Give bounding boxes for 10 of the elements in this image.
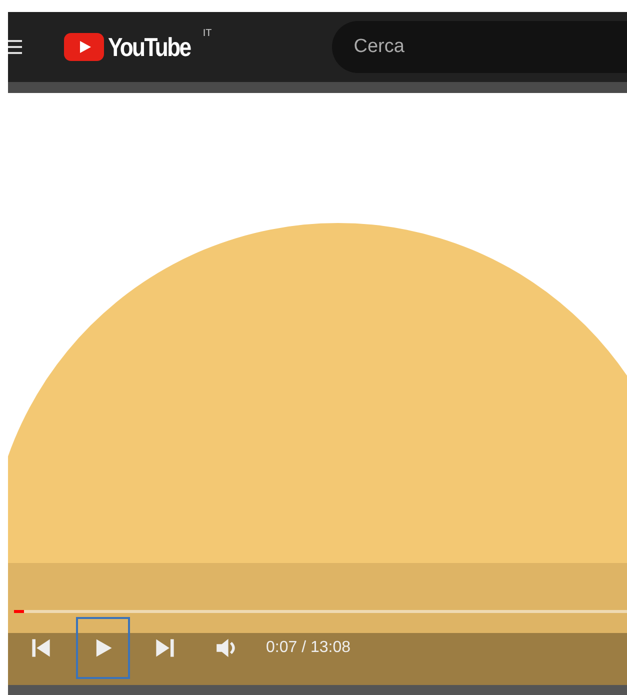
- skip-back-icon: [30, 637, 52, 659]
- progress-track[interactable]: [14, 610, 627, 613]
- skip-forward-icon: [154, 637, 176, 659]
- logo-text[interactable]: YouTube: [108, 32, 190, 62]
- search-field[interactable]: Cerca: [332, 21, 627, 73]
- play-logo-icon: [64, 33, 104, 61]
- time-display: 0:07 / 13:08: [266, 639, 351, 657]
- region-code: IT: [202, 28, 212, 38]
- menu-icon[interactable]: [8, 39, 22, 55]
- play-button[interactable]: [76, 617, 130, 679]
